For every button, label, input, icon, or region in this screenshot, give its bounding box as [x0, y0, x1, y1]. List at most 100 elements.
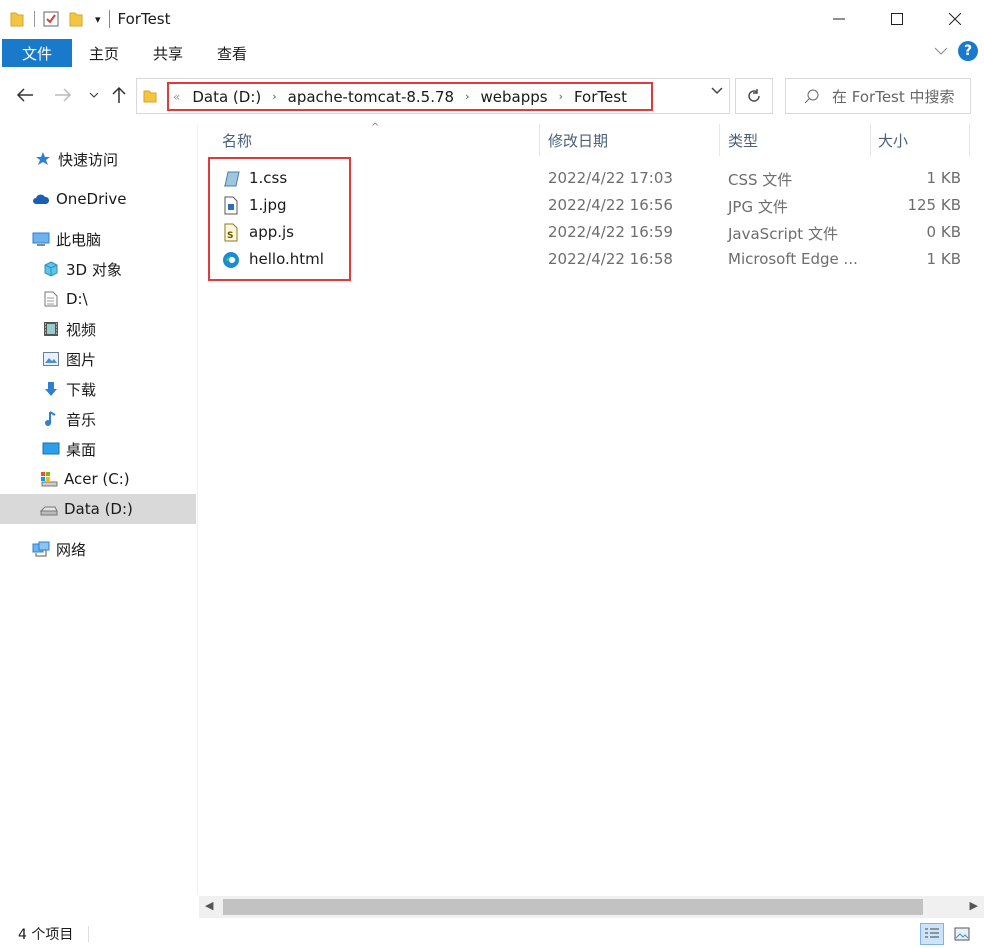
nav-item-label: D:\	[66, 290, 88, 308]
back-button[interactable]	[14, 82, 36, 108]
nav-item-3d-objects[interactable]: 3D 对象	[0, 254, 196, 284]
nav-item-label: Data (D:)	[64, 500, 133, 518]
column-divider[interactable]	[719, 124, 720, 156]
new-folder-icon[interactable]	[69, 11, 83, 27]
explorer-window: ▾ ForTest 文件 主页 共享 查看 ? « Data (D:) › ap…	[0, 0, 984, 948]
file-row[interactable]: S app.js 2022/4/22 16:59 JavaScript 文件 0…	[199, 219, 984, 246]
file-size: 0 KB	[926, 223, 961, 241]
breadcrumb-item[interactable]: ForTest	[568, 88, 633, 106]
minimize-button[interactable]	[810, 0, 868, 38]
file-row[interactable]: hello.html 2022/4/22 16:58 Microsoft Edg…	[199, 246, 984, 273]
file-name: app.js	[249, 223, 294, 241]
drive-icon	[40, 470, 58, 488]
nav-item-this-pc[interactable]: 此电脑	[0, 224, 196, 254]
breadcrumb: « Data (D:) › apache-tomcat-8.5.78 › web…	[167, 82, 653, 111]
maximize-icon	[891, 13, 903, 25]
refresh-button[interactable]	[735, 78, 773, 114]
edge-icon	[223, 252, 239, 268]
help-icon[interactable]: ?	[958, 41, 978, 61]
quick-access-toolbar: ▾ ForTest	[0, 0, 171, 38]
nav-item-onedrive[interactable]: OneDrive	[0, 184, 196, 214]
address-bar[interactable]: « Data (D:) › apache-tomcat-8.5.78 › web…	[136, 78, 730, 114]
nav-item-acer-c[interactable]: Acer (C:)	[0, 464, 196, 494]
up-button[interactable]	[110, 82, 128, 108]
properties-icon[interactable]	[43, 11, 59, 27]
expand-ribbon-icon[interactable]	[934, 46, 948, 56]
close-icon	[949, 13, 961, 25]
file-name: 1.css	[249, 169, 288, 187]
scroll-right-icon[interactable]: ▶	[970, 899, 978, 912]
folder-icon	[143, 90, 157, 103]
column-header-size[interactable]: 大小	[878, 124, 908, 156]
nav-item-downloads[interactable]: 下载	[0, 374, 196, 404]
chevron-right-icon[interactable]: ›	[554, 90, 568, 103]
file-name: 1.jpg	[249, 196, 287, 214]
forward-button[interactable]	[52, 82, 74, 108]
recent-locations-button[interactable]	[86, 82, 102, 108]
large-icons-view-button[interactable]	[950, 923, 974, 945]
ribbon-tabs: 文件 主页 共享 查看 ?	[0, 38, 984, 68]
network-icon	[32, 540, 50, 558]
details-view-button[interactable]	[920, 923, 944, 945]
file-date: 2022/4/22 17:03	[548, 169, 673, 187]
breadcrumb-item[interactable]: apache-tomcat-8.5.78	[282, 88, 460, 106]
nav-item-music[interactable]: 音乐	[0, 404, 196, 434]
column-divider[interactable]	[870, 124, 871, 156]
search-icon	[804, 89, 819, 104]
file-size: 125 KB	[907, 196, 961, 214]
breadcrumb-overflow-icon[interactable]: «	[173, 90, 180, 104]
breadcrumb-item[interactable]: webapps	[474, 88, 553, 106]
nav-item-network[interactable]: 网络	[0, 534, 196, 564]
nav-item-pictures[interactable]: 图片	[0, 344, 196, 374]
file-type: CSS 文件	[728, 171, 793, 189]
search-input[interactable]: 在 ForTest 中搜索	[785, 78, 971, 114]
nav-item-d-root[interactable]: D:\	[0, 284, 196, 314]
arrow-right-icon	[55, 88, 72, 102]
column-header-name[interactable]: 名称	[222, 124, 252, 156]
scrollbar-thumb[interactable]	[223, 899, 923, 915]
nav-item-videos[interactable]: 视频	[0, 314, 196, 344]
file-date: 2022/4/22 16:56	[548, 196, 673, 214]
chevron-right-icon[interactable]: ›	[460, 90, 474, 103]
column-divider[interactable]	[969, 124, 970, 156]
customize-toolbar-dropdown[interactable]: ▾	[95, 13, 101, 26]
nav-item-label: 音乐	[66, 410, 97, 429]
column-divider[interactable]	[539, 124, 540, 156]
column-header-date[interactable]: 修改日期	[548, 124, 608, 156]
sort-ascending-icon: ^	[371, 122, 380, 133]
file-type: Microsoft Edge ...	[728, 250, 858, 268]
file-type: JavaScript 文件	[728, 225, 838, 243]
minimize-icon	[833, 18, 845, 20]
tab-view[interactable]: 查看	[200, 39, 264, 67]
breadcrumb-item[interactable]: Data (D:)	[186, 88, 267, 106]
tab-home[interactable]: 主页	[72, 39, 136, 67]
large-icons-view-icon	[954, 927, 970, 941]
file-date: 2022/4/22 16:59	[548, 223, 673, 241]
address-history-dropdown-icon[interactable]	[711, 87, 723, 95]
tab-share[interactable]: 共享	[136, 39, 200, 67]
tab-file[interactable]: 文件	[2, 39, 72, 67]
file-date: 2022/4/22 16:58	[548, 250, 673, 268]
nav-item-label: 快速访问	[58, 150, 119, 169]
picture-icon	[42, 350, 60, 368]
status-bar: 4 个项目	[0, 920, 984, 948]
navigation-bar: « Data (D:) › apache-tomcat-8.5.78 › web…	[0, 72, 984, 118]
close-button[interactable]	[926, 0, 984, 38]
title-bar: ▾ ForTest	[0, 0, 984, 38]
maximize-button[interactable]	[868, 0, 926, 38]
column-header-type[interactable]: 类型	[728, 124, 758, 156]
nav-item-data-d[interactable]: Data (D:)	[0, 494, 196, 524]
file-type: JPG 文件	[728, 198, 788, 216]
svg-text:S: S	[227, 231, 233, 241]
chevron-right-icon[interactable]: ›	[267, 90, 281, 103]
window-controls	[810, 0, 984, 38]
nav-item-desktop[interactable]: 桌面	[0, 434, 196, 464]
music-icon	[42, 410, 60, 428]
file-row[interactable]: 1.css 2022/4/22 17:03 CSS 文件 1 KB	[199, 165, 984, 192]
nav-item-quick-access[interactable]: 快速访问	[0, 144, 196, 174]
nav-item-label: 桌面	[66, 440, 97, 459]
file-row[interactable]: 1.jpg 2022/4/22 16:56 JPG 文件 125 KB	[199, 192, 984, 219]
scroll-left-icon[interactable]: ◀	[205, 899, 213, 912]
nav-item-label: 3D 对象	[66, 260, 122, 279]
horizontal-scrollbar[interactable]: ◀ ▶	[199, 896, 984, 918]
